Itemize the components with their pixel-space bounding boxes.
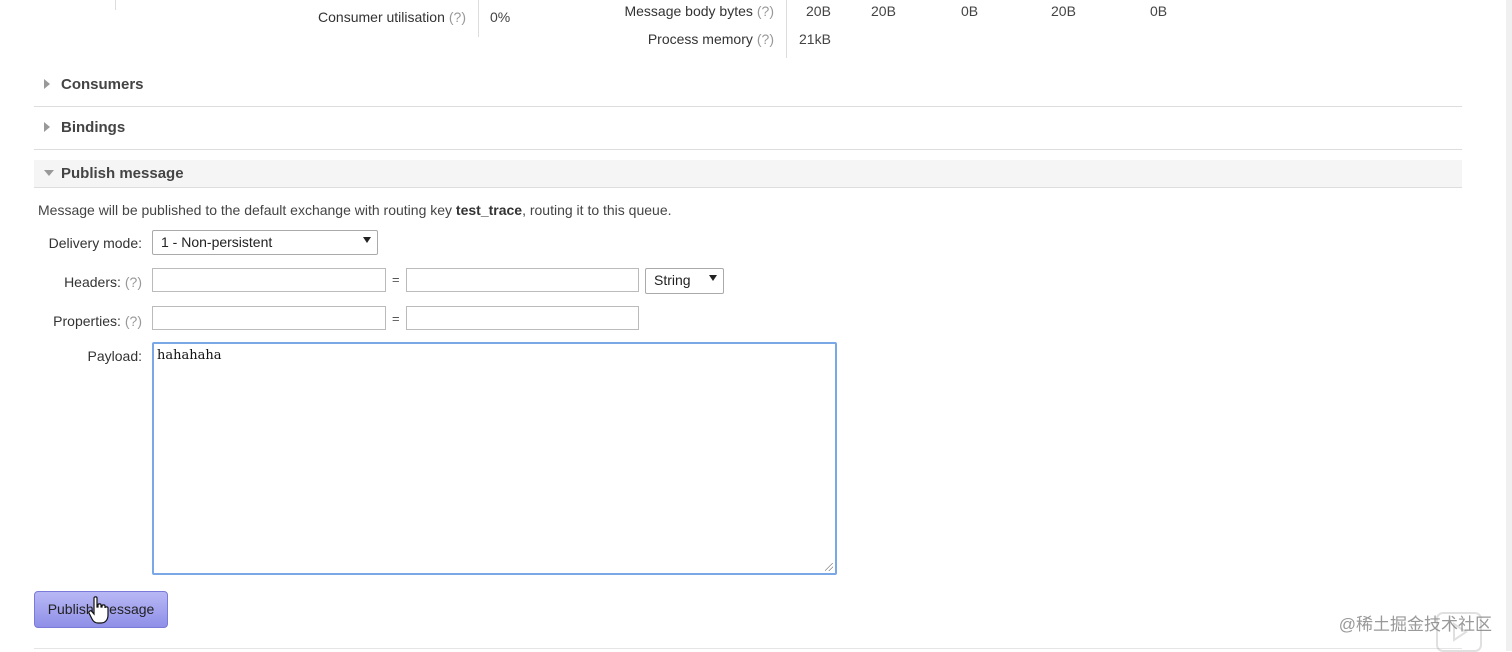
section-publish-message[interactable]: Publish message (34, 160, 1462, 188)
section-title: Consumers (61, 76, 144, 93)
stat-value: 21kB (799, 31, 831, 47)
help-icon[interactable]: (?) (757, 31, 774, 47)
stat-value: 0B (961, 3, 979, 19)
dropdown-arrow-icon (709, 275, 717, 281)
headers-label: Headers: (?) (64, 274, 142, 290)
equals-sign: = (392, 311, 400, 326)
publish-info-text: Message will be published to the default… (38, 202, 672, 218)
dropdown-arrow-icon (363, 237, 371, 243)
help-icon[interactable]: (?) (125, 274, 142, 290)
payload-label: Payload: (87, 348, 142, 364)
property-key-input[interactable] (152, 306, 386, 330)
property-value-input[interactable] (406, 306, 639, 330)
expand-icon (44, 79, 50, 89)
section-title: Bindings (61, 119, 126, 136)
delivery-mode-label: Delivery mode: (48, 235, 142, 251)
divider (115, 0, 116, 10)
process-memory-label: Process memory (?) (647, 31, 774, 47)
scrollbar[interactable] (1506, 0, 1512, 651)
divider (786, 0, 787, 58)
help-icon[interactable]: (?) (125, 313, 142, 329)
divider (478, 0, 479, 37)
hand-cursor-icon (88, 596, 109, 624)
delivery-mode-select[interactable]: 1 - Non-persistent (152, 230, 378, 255)
expand-icon (44, 122, 50, 132)
message-body-bytes-label: Message body bytes (?) (624, 3, 774, 19)
properties-label: Properties: (?) (53, 313, 142, 329)
collapse-icon (44, 170, 54, 176)
stat-value: 20B (806, 3, 831, 19)
stat-value: 0B (1150, 3, 1168, 19)
section-bindings[interactable]: Bindings (34, 108, 1462, 150)
section-title: Publish message (61, 165, 184, 182)
section-consumers[interactable]: Consumers (34, 65, 1462, 107)
consumer-utilisation-label: Consumer utilisation (?) (318, 9, 466, 25)
stat-value: 20B (871, 3, 896, 19)
help-icon[interactable]: (?) (449, 9, 466, 25)
help-icon[interactable]: (?) (757, 3, 774, 19)
header-type-select[interactable]: String (645, 268, 724, 294)
header-value-input[interactable] (406, 268, 639, 292)
resize-handle-icon[interactable] (825, 563, 833, 571)
stat-value: 20B (1051, 3, 1076, 19)
equals-sign: = (392, 272, 400, 287)
payload-textarea[interactable]: hahahaha (152, 342, 837, 575)
play-icon (1436, 612, 1482, 652)
header-key-input[interactable] (152, 268, 386, 292)
consumer-utilisation-value: 0% (490, 9, 511, 25)
divider (34, 648, 1462, 649)
routing-key: test_trace (455, 202, 523, 218)
